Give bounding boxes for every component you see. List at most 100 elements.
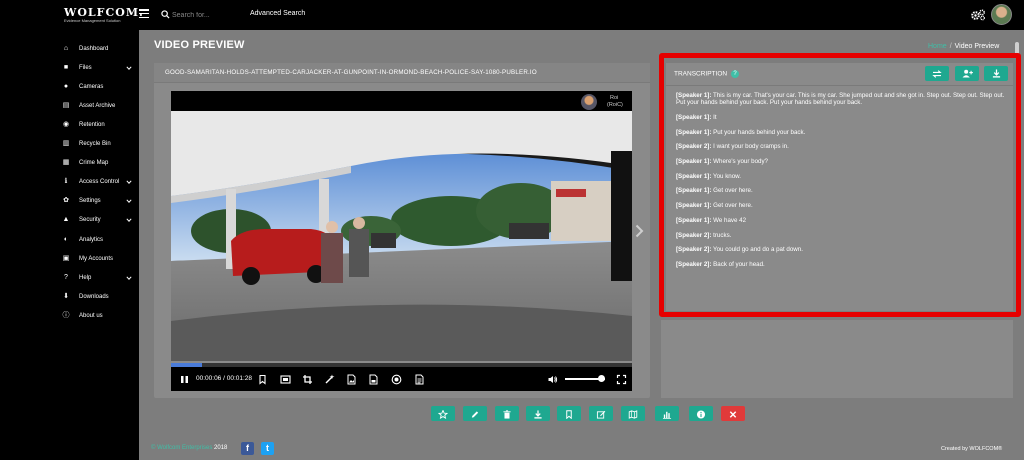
advanced-search-link[interactable]: Advanced Search	[250, 10, 305, 17]
transcript-line: [Speaker 1]: Get over here.	[676, 202, 1006, 209]
volume-knob[interactable]	[597, 375, 605, 382]
sidebar-item-asset-archive[interactable]: ▤ Asset Archive	[0, 98, 139, 114]
info-icon: ℹ	[64, 178, 68, 185]
map-icon: ▦	[62, 159, 70, 166]
sidebar-item-about-us[interactable]: ⓘ About us	[0, 308, 139, 324]
question-icon[interactable]: ?	[731, 70, 740, 78]
footer-brand-link[interactable]: Wolfcom Enterprises	[157, 445, 212, 451]
page-scrollbar[interactable]	[1015, 42, 1019, 58]
hamburger-menu-icon[interactable]	[139, 9, 149, 19]
speaker-label[interactable]: [Speaker 2]:	[676, 232, 711, 239]
sidebar-item-crime-map[interactable]: ▦ Crime Map	[0, 155, 139, 171]
speaker-label[interactable]: [Speaker 1]:	[676, 114, 711, 121]
sidebar-item-dashboard[interactable]: ⌂ Dashboard	[0, 41, 139, 57]
star-action-button[interactable]	[431, 406, 455, 421]
crop-icon[interactable]	[302, 374, 313, 385]
sidebar-item-retention[interactable]: ◉ Retention	[0, 117, 139, 133]
chevron-down-icon[interactable]	[126, 198, 132, 204]
sidebar-item-help[interactable]: ? Help	[0, 270, 139, 286]
close-action-button[interactable]	[721, 406, 745, 421]
channel-avatar	[581, 94, 597, 110]
chevron-down-icon[interactable]	[126, 179, 132, 185]
search-input[interactable]	[172, 8, 242, 22]
sidebar-item-my-accounts[interactable]: ▣ My Accounts	[0, 251, 139, 267]
transcript-text: This is my car. That's your car. This is…	[676, 92, 1005, 107]
download-icon: ⬇	[63, 293, 69, 300]
home-icon: ⌂	[63, 45, 69, 52]
speaker-label[interactable]: [Speaker 1]:	[676, 217, 711, 224]
transcript-text: You know.	[713, 172, 742, 180]
chevron-down-icon[interactable]	[126, 275, 132, 281]
video-player[interactable]: Roi (RoiC)	[171, 91, 632, 361]
delete-action-button[interactable]	[495, 406, 519, 421]
sidebar-item-analytics[interactable]: ◐ Analytics	[0, 232, 139, 248]
chevron-down-icon[interactable]	[126, 65, 132, 71]
sidebar-item-settings[interactable]: ✿ Settings	[0, 193, 139, 209]
sidebar: ⌂ Dashboard ■ Files ● Cameras ▤ Asset Archive ◉ R…	[0, 30, 139, 460]
chevron-down-icon[interactable]	[126, 217, 132, 223]
sidebar-item-recycle-bin[interactable]: ▥ Recycle Bin	[0, 136, 139, 152]
bookmark-icon[interactable]	[257, 374, 268, 385]
speaker-label[interactable]: [Speaker 2]:	[676, 261, 711, 268]
image-icon[interactable]	[346, 374, 357, 385]
volume-icon[interactable]	[547, 374, 558, 385]
chevron-right-icon[interactable]	[634, 224, 644, 238]
sidebar-item-downloads[interactable]: ⬇ Downloads	[0, 289, 139, 305]
video-controls: 00:00:06 / 00:01:28	[171, 367, 632, 391]
info-icon	[696, 409, 706, 419]
download-action-button[interactable]	[526, 406, 550, 421]
speaker-label[interactable]: [Speaker 1]:	[676, 129, 711, 136]
footer-year: 2018	[214, 445, 228, 451]
transcript-line: [Speaker 1]: You know.	[676, 173, 1006, 180]
sidebar-item-files[interactable]: ■ Files	[0, 60, 139, 76]
pause-icon[interactable]	[179, 374, 190, 385]
transcript-text: I want your body cramps in.	[713, 143, 789, 151]
notes-icon[interactable]	[414, 374, 425, 385]
sidebar-item-access-control[interactable]: ℹ Access Control	[0, 174, 139, 190]
gear-icon: ✿	[63, 197, 69, 204]
twitter-icon[interactable]: t	[261, 442, 274, 455]
speaker-label[interactable]: [Speaker 2]:	[676, 143, 711, 150]
info-action-button[interactable]	[689, 406, 713, 421]
map-icon	[628, 409, 638, 419]
speaker-label[interactable]: [Speaker 1]:	[676, 187, 711, 194]
sidebar-item-security[interactable]: ▲ Security	[0, 212, 139, 228]
swap-button[interactable]	[925, 66, 949, 81]
sidebar-item-cameras[interactable]: ● Cameras	[0, 79, 139, 95]
breadcrumb-current: Video Preview	[954, 43, 1000, 50]
speaker-label[interactable]: [Speaker 1]:	[676, 173, 711, 180]
gears-icon[interactable]	[970, 9, 986, 21]
transcript-line: [Speaker 1]: We have 42	[676, 217, 1006, 224]
camera-icon: ●	[63, 83, 69, 90]
folder-icon: ■	[63, 64, 69, 71]
breadcrumb-home-link[interactable]: Home	[928, 43, 947, 50]
speaker-label[interactable]: [Speaker 1]:	[676, 202, 711, 209]
chart-action-button[interactable]	[655, 406, 679, 421]
bookmark-action-button[interactable]	[557, 406, 581, 421]
document-icon[interactable]	[368, 374, 379, 385]
fullscreen-icon[interactable]	[616, 374, 627, 385]
video-title-bar: GOOD-SAMARITAN-HOLDS-ATTEMPTED-CARJACKER…	[154, 63, 650, 83]
wolfcom-logo[interactable]: WOLFCOM. Evidence Management Solution	[64, 6, 144, 25]
secondary-panel	[661, 320, 1013, 398]
magic-wand-icon[interactable]	[324, 374, 335, 385]
map-action-button[interactable]	[621, 406, 645, 421]
speaker-label[interactable]: [Speaker 2]:	[676, 246, 711, 253]
edit-action-button[interactable]	[589, 406, 613, 421]
pencil-action-button[interactable]	[463, 406, 487, 421]
transcript-line: [Speaker 1]: Get over here.	[676, 187, 1006, 194]
video-frame-image	[171, 111, 632, 361]
user-avatar[interactable]	[991, 4, 1012, 25]
speaker-label[interactable]: [Speaker 1]:	[676, 158, 711, 165]
channel-overlay: Roi (RoiC)	[581, 94, 629, 110]
add-speaker-button[interactable]	[955, 66, 979, 81]
logo-text: WOLFCOM.	[64, 6, 144, 19]
facebook-icon[interactable]: f	[241, 442, 254, 455]
transcript-text: Get over here.	[713, 202, 753, 210]
sidebar-item-label: Retention	[79, 122, 105, 128]
snapshot-icon[interactable]	[280, 374, 291, 385]
download-transcript-button[interactable]	[984, 66, 1008, 81]
disc-icon[interactable]	[391, 374, 402, 385]
speaker-label[interactable]: [Speaker 1]:	[676, 92, 711, 99]
video-filename: GOOD-SAMARITAN-HOLDS-ATTEMPTED-CARJACKER…	[165, 69, 537, 76]
